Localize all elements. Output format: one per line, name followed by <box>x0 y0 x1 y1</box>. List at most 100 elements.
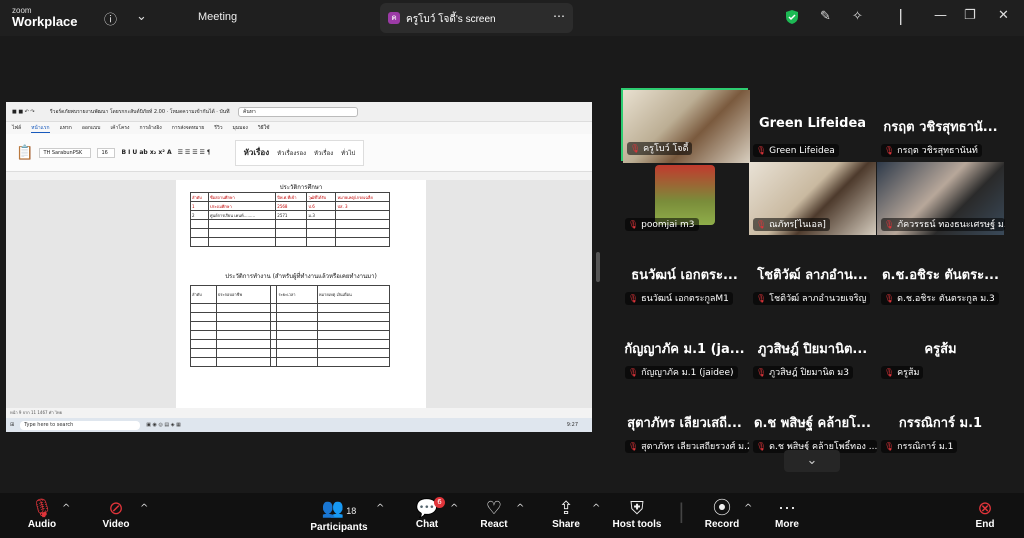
more-button[interactable]: ⋯ More <box>770 497 804 530</box>
react-options-icon[interactable]: ^ <box>516 503 524 514</box>
share-button[interactable]: ⇪ Share <box>548 497 584 530</box>
close-icon[interactable]: ✕ <box>998 8 1009 23</box>
table-header-cell: ชื่อสถานศึกษา <box>207 192 277 202</box>
styles-gallery: หัวเรื่อง หัวเรื่องรอง หัวเรื่อง ทั่วไป <box>234 139 365 166</box>
participant-label: 🎙 โชติวัฒ์ ลาภอำนวยเจริญ <box>753 292 871 305</box>
participant-label: 🎙 ภูวสิษฎ์ ปิยมานิต ม3 <box>753 366 853 379</box>
mic-muted-icon: 🎙 <box>628 294 639 303</box>
chevron-down-icon[interactable]: ⌄ <box>136 9 147 24</box>
sparkle-icon[interactable]: ✧ <box>852 9 863 24</box>
menu-item: วิธีใช้ <box>257 125 270 131</box>
table-header-cell: หมายเหตุ เงินเดือน <box>316 285 391 304</box>
mic-muted-icon: 🎙 <box>884 442 895 451</box>
participant-tile[interactable]: 🎙 poomjai m3 <box>621 162 748 235</box>
document-area: ประวัติการศึกษา ลำดับ ชื่อสถานศึกษา ปีพ.… <box>6 180 592 408</box>
participant-name: ครูส้ม <box>924 342 957 357</box>
windows-icon: ⊞ <box>10 422 15 428</box>
participant-tile[interactable]: Green Lifeidea 🎙 Green Lifeidea <box>749 88 876 161</box>
minimize-icon[interactable]: — <box>934 8 947 23</box>
table-header-cell: ระยะเวลา <box>276 285 318 304</box>
mic-muted-icon: 🎙 <box>884 146 895 155</box>
shared-screen-tab[interactable]: ค ครูโบว์ โจดี้'s screen ⋯ <box>380 3 573 33</box>
panel-resize-handle[interactable] <box>596 252 600 282</box>
word-menu: ไฟล์ หน้าแรก แทรก ออกแบบ เค้าโครง การอ้า… <box>6 122 592 134</box>
style-item: ทั่วไป <box>341 149 356 157</box>
participant-label: 🎙 ครูส้ม <box>881 366 924 379</box>
table-cell: 1 <box>190 201 209 211</box>
participant-tile[interactable]: 🎙 ภัควรรธน์ ทองธนะเศรษฐ์ ม.1 <box>877 162 1005 235</box>
participant-name: ด.ช.อชิระ ตันตระ... <box>882 268 999 283</box>
mic-muted-icon: 🎙 <box>628 220 639 229</box>
meeting-label[interactable]: Meeting <box>198 11 237 23</box>
record-button[interactable]: ⦿ Record <box>702 497 742 530</box>
autosave-toggle: ■ ■ ↶ ↷ <box>12 108 35 115</box>
participant-tile[interactable]: 🎙 ณภัทร[ไนเอล] <box>749 162 876 235</box>
work-table: ลำดับ ประกอบอาชีพ ระยะเวลา หมายเหตุ เงิน… <box>190 285 391 367</box>
participant-label: 🎙 ภัควรรธน์ ทองธนะเศรษฐ์ ม.1 <box>881 218 1005 231</box>
table2-title: ประวัติการทำงาน (สำหรับผู้ที่ทำงานแล้วหร… <box>225 273 377 280</box>
record-options-icon[interactable]: ^ <box>744 503 752 514</box>
participants-count: 18 <box>346 506 357 516</box>
chat-options-icon[interactable]: ^ <box>450 503 458 514</box>
video-button[interactable]: ⊘ Video <box>96 497 136 530</box>
audio-options-icon[interactable]: ^ <box>62 503 70 514</box>
mic-muted-icon: 🎙 <box>756 368 767 377</box>
more-icon: ⋯ <box>778 498 796 518</box>
participant-tile[interactable]: โชติวัฒ์ ลาภอำน... 🎙 โชติวัฒ์ ลาภอำนวยเจร… <box>749 236 876 309</box>
participant-tile[interactable]: กรฤต วชิรสุทธานั... 🎙 กรฤต วชิรสุทธานันท์ <box>877 88 1004 161</box>
participant-label: 🎙 ครูโบว์ โจดี้ <box>627 142 693 155</box>
annotate-icon[interactable]: ✎ <box>820 9 831 24</box>
table-cell <box>335 210 390 220</box>
participant-tile[interactable]: ด.ช พสิษฐ์ คล้ายโ... 🎙 ด.ช พสิษฐ์ คล้ายโพ… <box>749 384 877 457</box>
audio-button[interactable]: 🎙 Audio <box>22 497 62 530</box>
table-cell: 2568 <box>275 201 308 211</box>
record-icon: ⦿ <box>713 498 731 518</box>
participant-tile[interactable]: ครูส้ม 🎙 ครูส้ม <box>877 310 1004 383</box>
participant-name: ด.ช พสิษฐ์ คล้ายโ... <box>754 416 871 431</box>
mic-muted-icon: 🎙 <box>884 220 895 229</box>
word-search: ค้นหา <box>238 106 358 117</box>
word-ribbon: 📋 TH SarabunPSK 16 B I U ab x₂ x² A ☰ ☰ … <box>6 134 592 172</box>
mic-muted-icon: 🎙 <box>756 294 767 303</box>
divider: | <box>678 499 685 523</box>
table-header-cell: ลำดับ <box>190 285 217 304</box>
participant-tile[interactable]: สุตาภัทร เลียวเสถี... 🎙 สุตาภัทร เลียวเสถ… <box>621 384 749 457</box>
video-off-icon: ⊘ <box>108 498 124 518</box>
windows-taskbar: ⊞ Type here to search ▣ ◉ ◎ ▤ ◈ ▦ 9:27 <box>6 418 592 432</box>
host-tools-button[interactable]: ⛨ Host tools <box>610 497 664 530</box>
participant-label: 🎙 กรฤต วชิรสุทธานันท์ <box>881 144 982 157</box>
participant-tile[interactable]: กรรณิการ์ ม.1 🎙 กรรณิการ์ ม.1 <box>877 384 1004 457</box>
participant-tile[interactable]: 🎙 ครูโบว์ โจดี้ <box>621 88 750 163</box>
mic-muted-icon: 🎙 <box>884 294 895 303</box>
more-options-icon[interactable]: ⋯ <box>553 9 565 23</box>
participant-tile[interactable]: ภูวสิษฎ์ ปิยมานิต... 🎙 ภูวสิษฎ์ ปิยมานิต … <box>749 310 876 383</box>
react-button[interactable]: ♡ React <box>478 497 510 530</box>
participants-button[interactable]: 👥 18 Participants <box>308 497 370 533</box>
table-cell: 2571 <box>275 210 308 220</box>
gallery-scroll-down-button[interactable]: ⌄ <box>784 450 840 472</box>
info-icon[interactable]: ⓘ <box>104 9 117 28</box>
format-icons: B I U ab x₂ x² A <box>121 149 172 156</box>
table-cell: ประถมศึกษา <box>207 201 277 211</box>
participant-name: โชติวัฒ์ ลาภอำน... <box>757 268 868 283</box>
end-button[interactable]: ⊗ End <box>968 497 1002 530</box>
video-options-icon[interactable]: ^ <box>140 503 148 514</box>
shield-icon[interactable] <box>786 10 798 24</box>
participant-label: 🎙 ธนวัฒน์ เอกตระกูลM1 <box>625 292 733 305</box>
education-table: ลำดับ ชื่อสถานศึกษา ปีพ.ศ.ที่เข้า วุฒิที… <box>190 192 390 247</box>
participant-tile[interactable]: ธนวัฒน์ เอกตระ... 🎙 ธนวัฒน์ เอกตระกูลM1 <box>621 236 748 309</box>
restore-icon[interactable]: ❐ <box>964 8 976 23</box>
participants-options-icon[interactable]: ^ <box>376 503 384 514</box>
share-options-icon[interactable]: ^ <box>592 503 600 514</box>
doc-name: รีวอร์ดภัยพบรายงานพัฒนา โดยรกกะสับด์บิภั… <box>50 108 230 115</box>
font-name: TH SarabunPSK <box>39 147 92 158</box>
mic-muted-icon: 🎙 <box>756 146 767 155</box>
participant-tile[interactable]: ด.ช.อชิระ ตันตระ... 🎙 ด.ช.อชิระ ตันตระกูล… <box>877 236 1004 309</box>
participant-name: กรรณิการ์ ม.1 <box>898 416 983 431</box>
menu-item: ไฟล์ <box>12 125 22 131</box>
style-item: หัวเรื่อง <box>314 149 334 157</box>
table-cell: 2 <box>190 210 209 220</box>
divider: | <box>898 6 904 25</box>
taskbar-clock: 9:27 <box>566 422 578 428</box>
participant-tile[interactable]: กัญญาภัค ม.1 (ja... 🎙 กัญญาภัค ม.1 (jaide… <box>621 310 748 383</box>
